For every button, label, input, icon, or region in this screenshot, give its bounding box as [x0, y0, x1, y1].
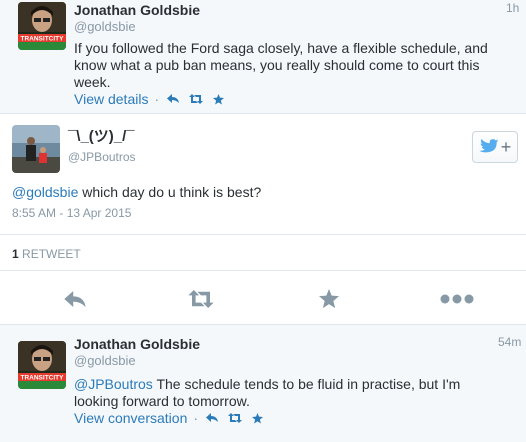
tweet-author-name[interactable]: ¯\_(ツ)_/¯ — [68, 125, 135, 146]
plus-icon: + — [500, 137, 512, 157]
retweet-icon[interactable] — [186, 289, 216, 309]
follow-bird-icon — [479, 139, 499, 155]
mention-link[interactable]: @goldsbie — [12, 184, 78, 200]
tweet-time[interactable]: 54m — [498, 335, 521, 349]
tweet-author-name[interactable]: Jonathan Goldsbie — [74, 336, 200, 352]
tweet-actions: View conversation · — [74, 410, 273, 426]
avatar-jpboutros[interactable] — [12, 125, 60, 173]
tweet-author-handle[interactable]: @JPBoutros — [68, 150, 136, 164]
tweet-time[interactable]: 1h — [506, 1, 519, 15]
retweet-stats[interactable]: 1 RETWEET — [12, 247, 81, 261]
tweet-text: @goldsbie which day do u think is best? — [12, 184, 512, 201]
follow-button[interactable]: + — [472, 131, 518, 163]
retweet-stat-label: RETWEET — [22, 247, 81, 261]
retweet-icon[interactable] — [189, 94, 204, 104]
reply-icon[interactable] — [167, 94, 180, 104]
favorite-icon[interactable] — [252, 412, 264, 424]
dot-separator: · — [193, 410, 199, 426]
tweet-author-name[interactable]: Jonathan Goldsbie — [74, 2, 200, 18]
view-details-link[interactable]: View details — [74, 91, 148, 107]
tweet-body: which day do u think is best? — [78, 184, 262, 200]
tweet-text: @JPBoutros The schedule tends to be flui… — [74, 376, 504, 410]
favorite-icon[interactable] — [317, 289, 341, 309]
more-icon[interactable] — [440, 292, 474, 306]
avatar-caption: TRANSITCITY — [21, 375, 65, 382]
reply-icon[interactable] — [206, 413, 219, 423]
dot-separator: · — [154, 91, 160, 107]
mention-link[interactable]: @JPBoutros — [74, 376, 153, 392]
tweet-actions: View details · — [74, 91, 234, 107]
divider — [0, 270, 526, 271]
retweet-count: 1 — [12, 247, 19, 261]
divider — [0, 234, 526, 235]
favorite-icon[interactable] — [213, 93, 225, 105]
tweet-focused: ¯\_(ツ)_/¯ @JPBoutros @goldsbie which day… — [0, 114, 526, 324]
tweet-goldsbie-1[interactable]: TRANSITCITY Jonathan Goldsbie @goldsbie … — [0, 0, 526, 114]
avatar-goldsbie[interactable]: TRANSITCITY — [18, 341, 66, 389]
view-conversation-link[interactable]: View conversation — [74, 410, 187, 426]
retweet-icon[interactable] — [228, 413, 243, 423]
tweet-text: If you followed the Ford saga closely, h… — [74, 40, 488, 90]
avatar-caption: TRANSITCITY — [21, 36, 65, 43]
tweet-goldsbie-2[interactable]: TRANSITCITY Jonathan Goldsbie @goldsbie … — [0, 324, 526, 442]
avatar-goldsbie[interactable]: TRANSITCITY — [18, 2, 66, 50]
reply-icon[interactable] — [61, 289, 89, 309]
tweet-author-handle[interactable]: @goldsbie — [74, 353, 136, 368]
tweet-author-handle[interactable]: @goldsbie — [74, 19, 136, 34]
tweet-timestamp[interactable]: 8:55 AM - 13 Apr 2015 — [12, 206, 131, 220]
